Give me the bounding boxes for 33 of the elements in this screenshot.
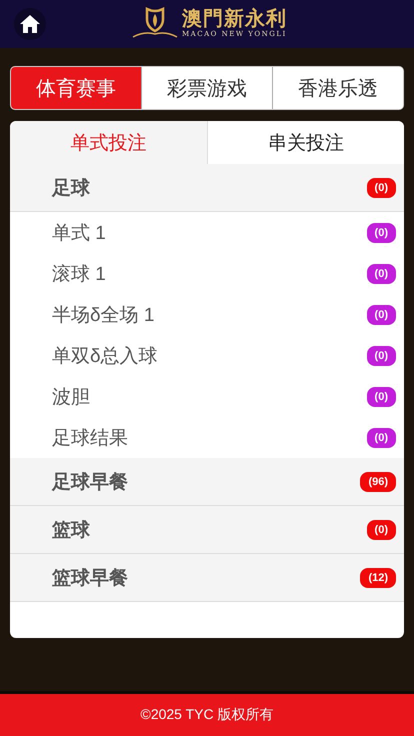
count-badge: (0) — [366, 428, 396, 448]
subcategory-label: 滚球 1 — [52, 262, 106, 286]
count-badge: (0) — [366, 386, 396, 406]
logo-title: 澳門新永利 — [182, 6, 287, 30]
category-label: 篮球 — [52, 518, 90, 542]
category-row[interactable]: 篮球 (0) — [10, 506, 404, 554]
subcategory-label: 波胆 — [52, 386, 90, 410]
count-badge: (0) — [366, 264, 396, 284]
category-row[interactable]: 篮球早餐 (12) — [10, 554, 404, 602]
subcategory-label: 足球结果 — [52, 426, 128, 450]
count-badge: (0) — [366, 346, 396, 366]
tab[interactable]: 香港乐透 — [272, 67, 403, 109]
count-badge: (0) — [366, 178, 396, 198]
count-badge: (12) — [360, 568, 396, 588]
category-label: 篮球早餐 — [52, 566, 128, 590]
tab[interactable]: 单式投注 — [10, 121, 208, 164]
subcategory-label: 单式 1 — [52, 222, 106, 246]
subcategory-label: 半场δ全场 1 — [52, 304, 154, 328]
category-label: 足球 — [52, 176, 90, 200]
subcategory-label: 单双δ总入球 — [52, 344, 158, 368]
count-badge: (96) — [360, 472, 396, 492]
tab[interactable]: 体育赛事 — [11, 67, 141, 109]
shield-logo-icon — [132, 7, 178, 39]
home-button[interactable] — [14, 8, 46, 40]
count-badge: (0) — [366, 222, 396, 242]
category-label: 足球早餐 — [52, 470, 128, 494]
home-icon — [19, 14, 41, 34]
category-row[interactable]: 足球 (0) — [10, 164, 404, 212]
count-badge: (0) — [366, 520, 396, 540]
tab[interactable]: 串关投注 — [208, 121, 404, 164]
copyright-text: ©2025 TYC 版权所有 — [140, 706, 274, 724]
count-badge: (0) — [366, 304, 396, 324]
category-row[interactable]: 足球早餐 (96) — [10, 458, 404, 506]
